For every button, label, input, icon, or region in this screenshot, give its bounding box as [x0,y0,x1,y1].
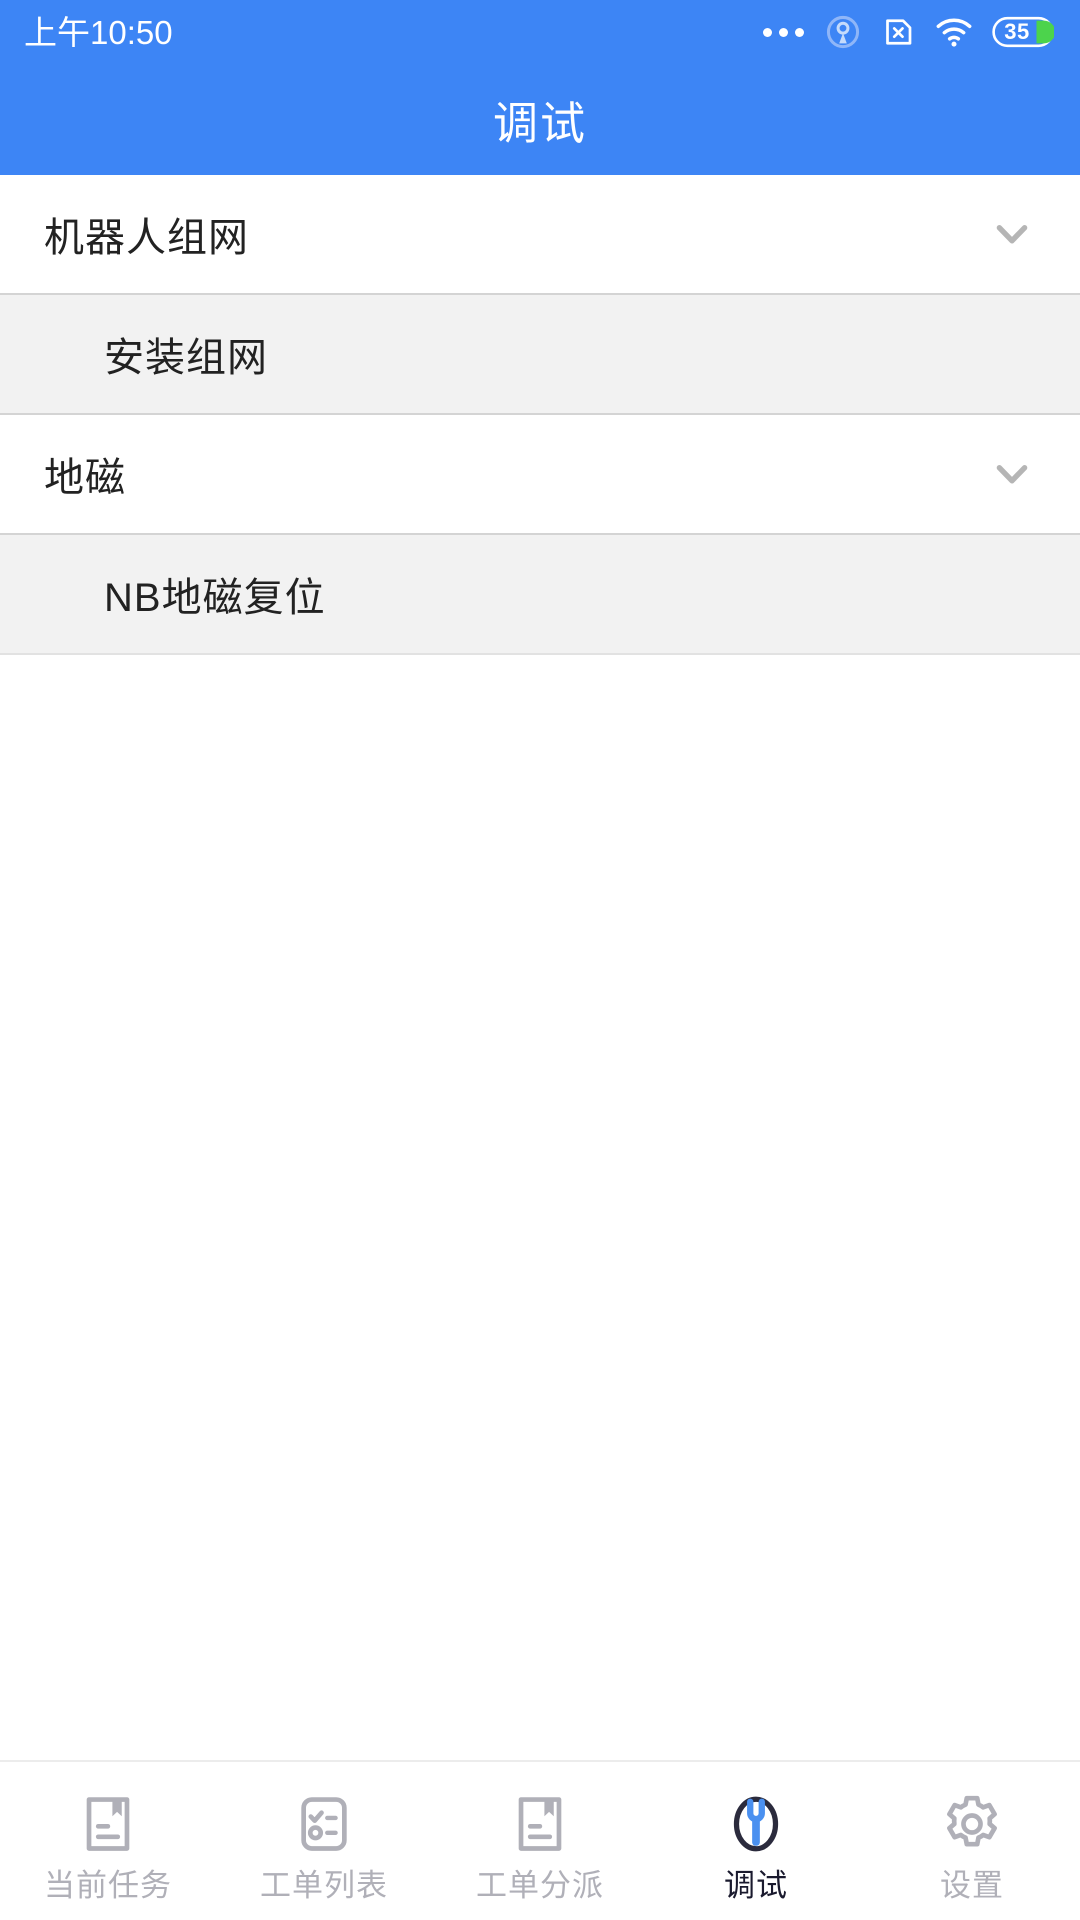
divider [0,653,1080,655]
status-icons: 35 [763,12,1054,52]
list-item-label: NB地磁复位 [104,576,326,620]
nav-item-debug[interactable]: 调试 [648,1762,864,1920]
battery-icon: 35 [992,15,1054,49]
debug-menu-list: 机器人组网 安装组网 地磁 NB地磁复位 [0,175,1080,1760]
wifi-icon [934,12,974,52]
battery-level-text: 35 [1004,19,1030,44]
more-dots-icon [763,27,806,37]
nav-item-label: 工单分派 [476,1867,604,1903]
checklist-icon [288,1788,360,1860]
sim-card-disabled-icon [880,14,916,50]
nav-item-work-order-dispatch[interactable]: 工单分派 [432,1762,648,1920]
nav-item-label: 设置 [940,1867,1004,1903]
page-title: 调试 [492,98,587,149]
status-bar: 上午10:50 35 [0,0,1080,64]
nav-item-work-order-list[interactable]: 工单列表 [216,1762,432,1920]
nav-item-label: 当前任务 [44,1867,172,1903]
list-item-label: 地磁 [44,456,126,500]
document-bookmark-icon [72,1788,144,1860]
chevron-down-icon[interactable] [984,446,1040,502]
nav-item-label: 调试 [724,1867,788,1903]
nav-item-current-task[interactable]: 当前任务 [0,1762,216,1920]
document-bookmark-icon [504,1788,576,1860]
list-item-group-geomagnetic[interactable]: 地磁 [0,415,1080,533]
wrench-circle-icon [720,1788,792,1860]
app-root: 上午10:50 35 调试 机器人组网 安装组网 地磁 NB地磁复位 当前任务 … [0,0,1080,1920]
list-item-group-robot-network[interactable]: 机器人组网 [0,175,1080,293]
gear-icon [936,1788,1008,1860]
list-item-install-network[interactable]: 安装组网 [0,295,1080,413]
chevron-down-icon[interactable] [984,206,1040,262]
nav-item-label: 工单列表 [260,1867,388,1903]
status-time: 上午10:50 [24,13,173,51]
app-header: 调试 [0,64,1080,175]
list-item-nb-geomagnetic-reset[interactable]: NB地磁复位 [0,535,1080,653]
bottom-navigation: 当前任务 工单列表 工单分派 调试 设置 [0,1760,1080,1920]
broadcast-icon [824,13,862,51]
nav-item-settings[interactable]: 设置 [864,1762,1080,1920]
list-item-label: 安装组网 [104,336,268,380]
list-item-label: 机器人组网 [44,216,249,260]
